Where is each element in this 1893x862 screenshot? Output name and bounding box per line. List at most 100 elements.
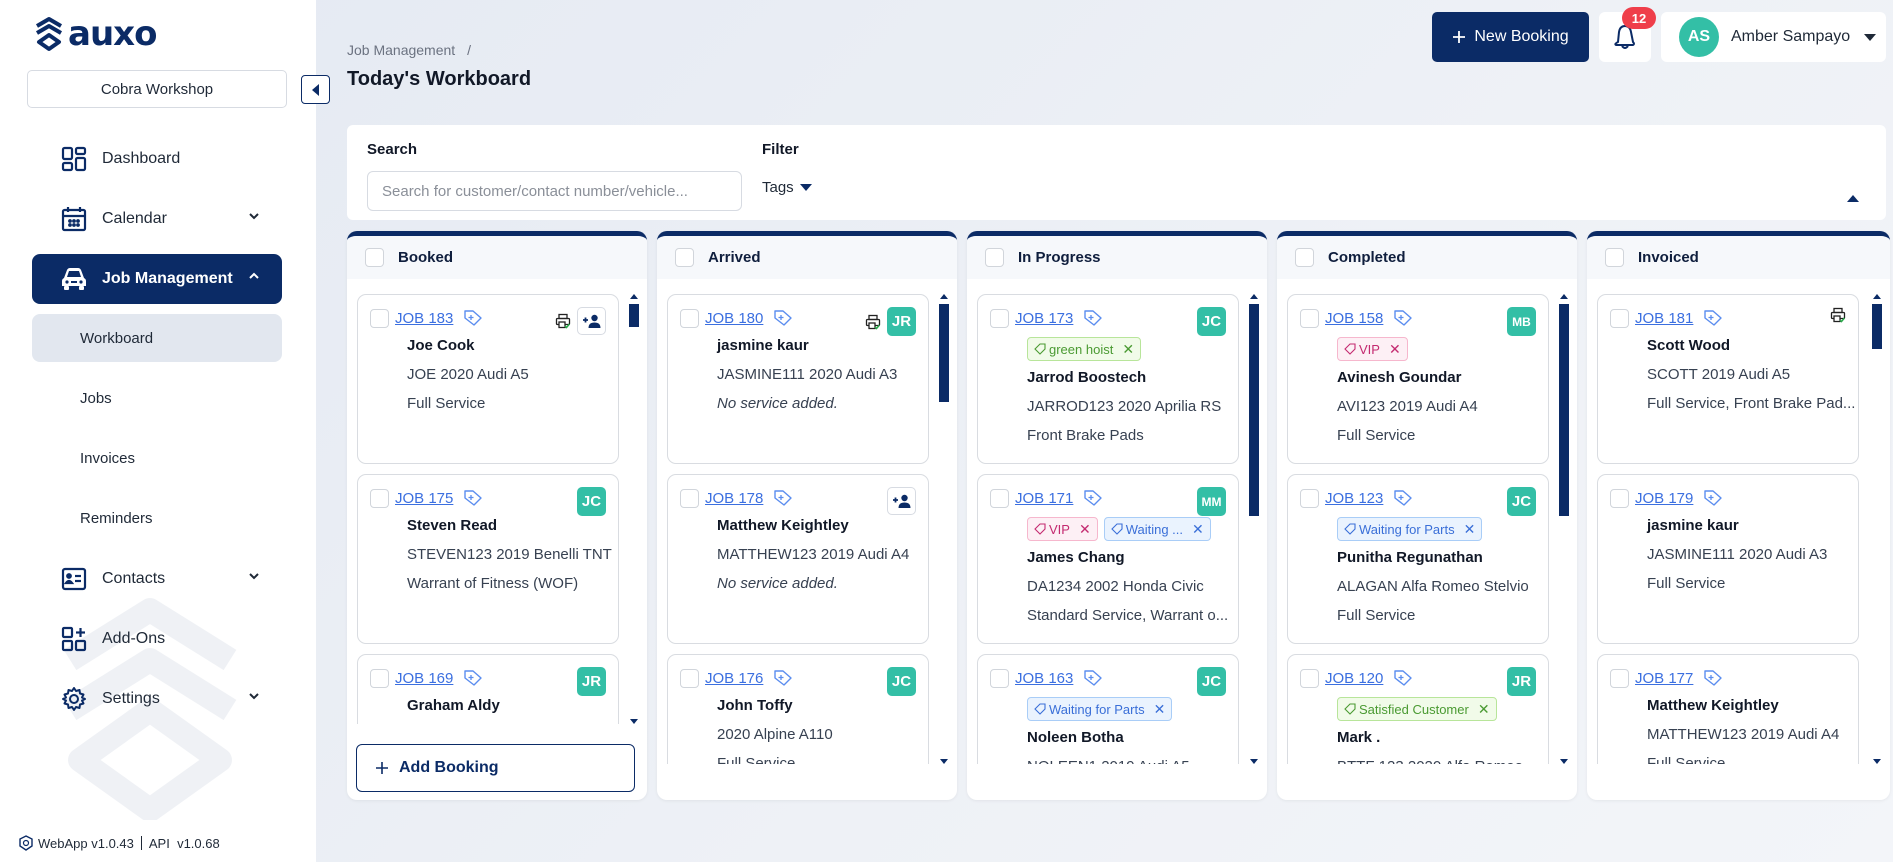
scroll-thumb[interactable] [1249,304,1259,516]
job-select-checkbox[interactable] [1300,668,1319,688]
job-number-link[interactable]: JOB 158 [1325,310,1383,327]
workshop-selector[interactable]: Cobra Workshop [27,70,287,108]
technician-badge[interactable]: JC [887,667,916,696]
job-select-checkbox[interactable] [1610,488,1629,508]
add-tag-icon[interactable] [1703,669,1723,687]
tags-filter-dropdown[interactable]: Tags [762,179,812,196]
scroll-up-arrow[interactable] [940,294,948,299]
sidebar-item-contacts[interactable]: Contacts [32,554,282,604]
job-select-checkbox[interactable] [990,488,1009,508]
add-booking-button[interactable]: Add Booking [356,744,635,792]
add-tag-icon[interactable] [1083,489,1103,507]
job-select-checkbox[interactable] [1300,308,1319,328]
job-select-checkbox[interactable] [370,308,389,328]
remove-tag-icon[interactable]: ✕ [1154,701,1166,718]
sidebar-item-settings[interactable]: Settings [32,674,282,724]
remove-tag-icon[interactable]: ✕ [1192,521,1204,538]
remove-tag-icon[interactable]: ✕ [1079,521,1091,538]
scroll-up-arrow[interactable] [1250,294,1258,299]
job-card[interactable]: JOB 183 Joe Cook JOE 2020 Audi A5 Full Serv… [357,294,619,464]
collapse-sidebar-button[interactable] [301,75,330,104]
scroll-up-arrow[interactable] [1560,294,1568,299]
job-card[interactable]: JOB 158 MB VIP ✕ Avinesh Goundar AVI123 2019 … [1287,294,1549,464]
job-card[interactable]: JOB 177 Matthew Keightley MATTHEW123 2019 … [1597,654,1859,764]
add-tag-icon[interactable] [773,489,793,507]
column-scrollbar[interactable] [1872,294,1882,764]
job-select-checkbox[interactable] [990,308,1009,328]
column-scrollbar[interactable] [1249,294,1259,764]
add-tag-icon[interactable] [463,489,483,507]
scroll-down-arrow[interactable] [940,759,948,764]
job-card[interactable]: JOB 120 JR Satisfied Customer ✕ Mark . BTTF 1… [1287,654,1549,764]
scroll-down-arrow[interactable] [1250,759,1258,764]
technician-badge[interactable]: JC [1197,307,1226,336]
select-all-column-checkbox[interactable] [985,248,1004,267]
add-tag-icon[interactable] [1393,489,1413,507]
job-number-link[interactable]: JOB 178 [705,490,763,507]
sidebar-item-workboard[interactable]: Workboard [32,314,282,362]
job-number-link[interactable]: JOB 123 [1325,490,1383,507]
column-scrollbar[interactable] [1559,294,1569,764]
add-tag-icon[interactable] [1703,489,1723,507]
job-card[interactable]: JOB 176 JC John Toffy 2020 Alpine A110 Full … [667,654,929,764]
job-card[interactable]: JOB 173 JC green hoist ✕ Jarrod Boostech JARR… [977,294,1239,464]
technician-badge[interactable]: MB [1507,307,1536,336]
job-number-link[interactable]: JOB 177 [1635,670,1693,687]
technician-badge[interactable]: MM [1197,487,1226,516]
job-select-checkbox[interactable] [370,488,389,508]
add-tag-icon[interactable] [463,309,483,327]
printed-icon[interactable] [1830,307,1846,323]
job-card[interactable]: JOB 123 JC Waiting for Parts ✕ Punitha Regun… [1287,474,1549,644]
new-booking-button[interactable]: New Booking [1432,12,1589,62]
sidebar-item-calendar[interactable]: Calendar [32,194,282,244]
scroll-down-arrow[interactable] [1873,759,1881,764]
add-tag-icon[interactable] [1703,309,1723,327]
sidebar-item-add-ons[interactable]: Add-Ons [32,614,282,664]
scroll-up-arrow[interactable] [1873,294,1881,299]
sidebar-item-job-management[interactable]: Job Management [32,254,282,304]
add-tag-icon[interactable] [1083,309,1103,327]
technician-badge[interactable]: JC [1197,667,1226,696]
collapse-filter-icon[interactable] [1847,195,1859,202]
job-select-checkbox[interactable] [990,668,1009,688]
add-tag-icon[interactable] [1393,669,1413,687]
scroll-up-arrow[interactable] [630,294,638,299]
sidebar-item-jobs[interactable]: Jobs [32,374,282,422]
user-menu-button[interactable]: AS Amber Sampayo [1661,12,1886,62]
scroll-thumb[interactable] [1872,304,1882,349]
job-select-checkbox[interactable] [680,668,699,688]
scroll-thumb[interactable] [629,304,639,327]
job-number-link[interactable]: JOB 169 [395,670,453,687]
sidebar-item-reminders[interactable]: Reminders [32,494,282,542]
select-all-column-checkbox[interactable] [675,248,694,267]
column-scrollbar[interactable] [939,294,949,764]
scroll-down-arrow[interactable] [1560,759,1568,764]
select-all-column-checkbox[interactable] [1605,248,1624,267]
select-all-column-checkbox[interactable] [1295,248,1314,267]
technician-badge[interactable]: JR [887,307,916,336]
job-card[interactable]: JOB 178 Matthew Keightley MATTHEW123 2019 … [667,474,929,644]
job-number-link[interactable]: JOB 176 [705,670,763,687]
job-card[interactable]: JOB 169JRGraham AldyGRAHAM123 2019 Audi … [357,654,619,724]
job-number-link[interactable]: JOB 183 [395,310,453,327]
technician-badge[interactable]: JR [577,667,606,696]
job-select-checkbox[interactable] [680,488,699,508]
remove-tag-icon[interactable]: ✕ [1122,341,1134,358]
printed-icon[interactable] [555,313,571,329]
technician-badge[interactable]: JC [577,487,606,516]
job-card[interactable]: JOB 163 JC Waiting for Parts ✕ Noleen Botha N… [977,654,1239,764]
breadcrumb-job-management[interactable]: Job Management [347,42,455,58]
assign-technician-button[interactable] [887,487,916,515]
job-card[interactable]: JOB 181 Scott Wood SCOTT 2019 Audi A5 Full … [1597,294,1859,464]
job-select-checkbox[interactable] [370,668,389,688]
technician-badge[interactable]: JC [1507,487,1536,516]
add-tag-icon[interactable] [1393,309,1413,327]
job-number-link[interactable]: JOB 173 [1015,310,1073,327]
search-input[interactable] [367,171,742,211]
add-tag-icon[interactable] [1083,669,1103,687]
sidebar-item-dashboard[interactable]: Dashboard [32,134,282,184]
printed-icon[interactable] [865,314,881,330]
remove-tag-icon[interactable]: ✕ [1478,701,1490,718]
assign-technician-button[interactable] [577,307,606,335]
job-card[interactable]: JOB 171 MM VIP ✕ Waiting ... ✕ James Chang DA12… [977,474,1239,644]
